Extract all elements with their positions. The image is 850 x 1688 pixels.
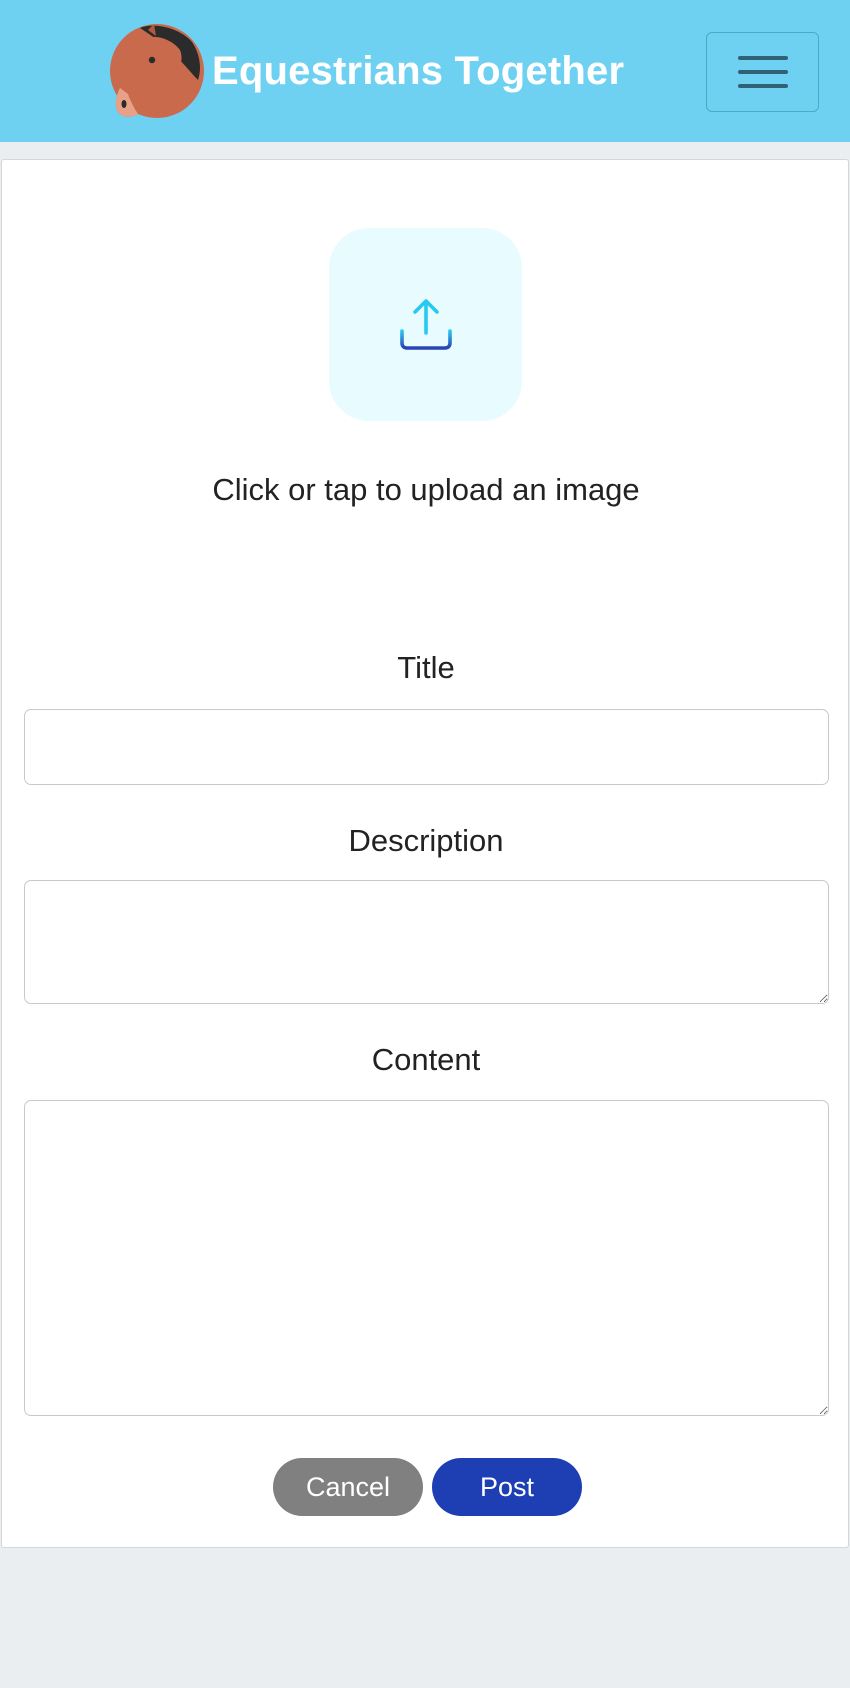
title-label: Title [397, 650, 455, 685]
upload-icon [399, 298, 452, 350]
navbar: Equestrians Together [0, 0, 850, 142]
navbar-toggle-button[interactable] [706, 32, 819, 112]
brand-link[interactable]: Equestrians Together [110, 24, 624, 118]
cancel-button[interactable]: Cancel [273, 1458, 423, 1516]
description-textarea[interactable] [24, 880, 829, 1004]
title-input[interactable] [24, 709, 829, 785]
horse-head-icon [110, 24, 204, 118]
brand-name: Equestrians Together [212, 48, 625, 93]
hamburger-menu-icon-bar [737, 70, 788, 74]
description-label: Description [348, 823, 504, 858]
post-button[interactable]: Post [432, 1458, 582, 1516]
image-upload-area[interactable] [329, 228, 522, 421]
hamburger-menu-icon [737, 56, 788, 60]
hamburger-menu-icon-bar [737, 84, 788, 88]
content-label: Content [371, 1042, 481, 1077]
upload-instructions: Click or tap to upload an image [212, 472, 640, 507]
create-post-card: Click or tap to upload an image Title De… [1, 159, 849, 1548]
content-textarea[interactable] [24, 1100, 829, 1416]
